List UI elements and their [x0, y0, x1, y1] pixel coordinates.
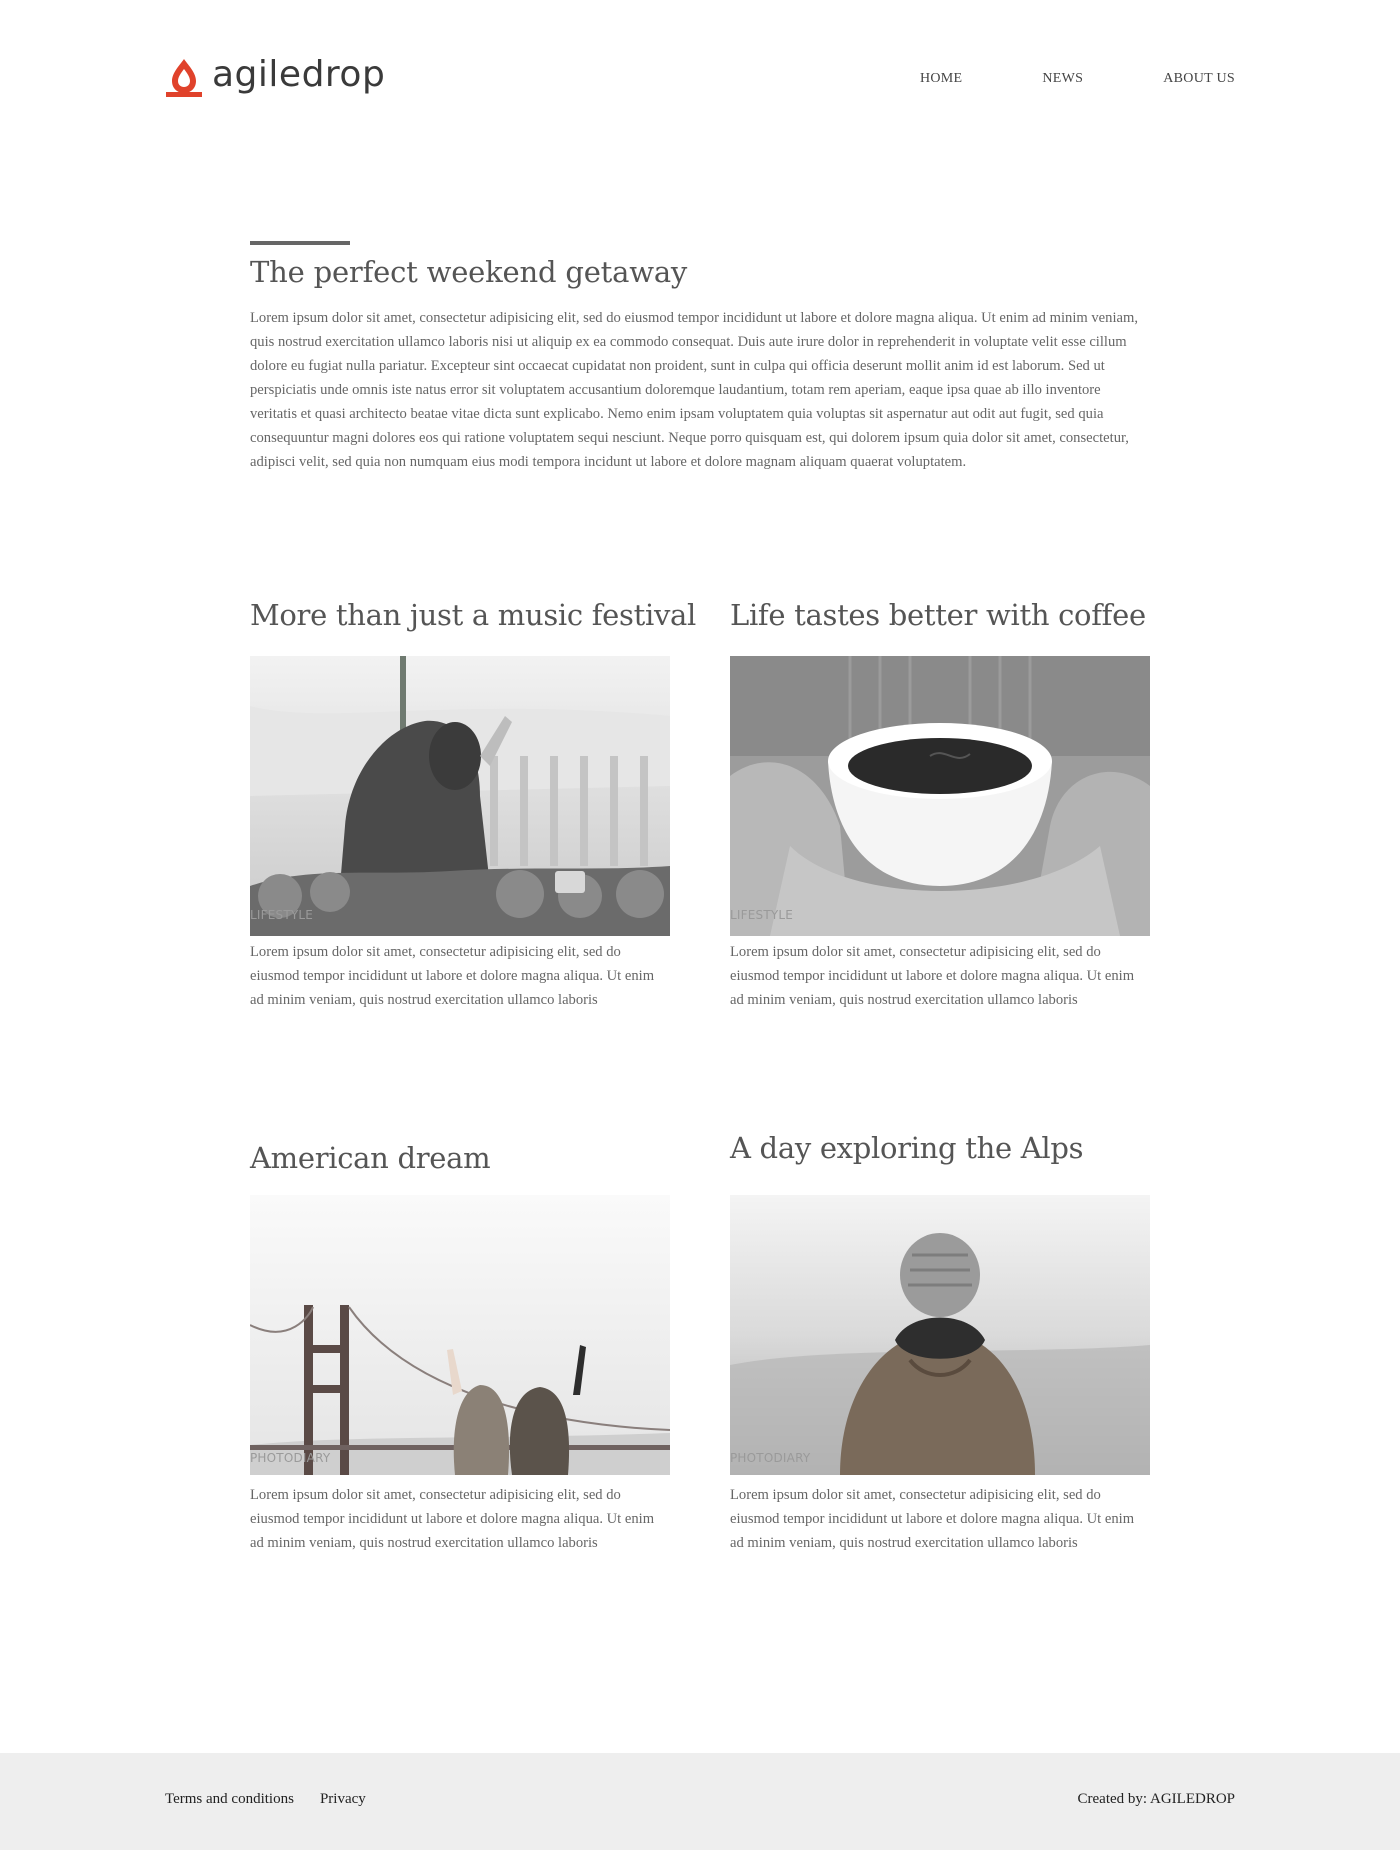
article-excerpt: Lorem ipsum dolor sit amet, consectetur …	[250, 944, 655, 1008]
main-nav: HOME NEWS ABOUT US	[920, 71, 1235, 87]
article-category[interactable]: PHOTODIARY	[250, 1451, 330, 1465]
article-image-bridge[interactable]	[250, 1195, 670, 1475]
article-title[interactable]: Life tastes better with coffee	[730, 598, 1150, 632]
intro-section: The perfect weekend getaway Lorem ipsum …	[250, 241, 1150, 474]
festival-photo	[250, 656, 670, 936]
article-excerpt: Lorem ipsum dolor sit amet, consectetur …	[730, 944, 1135, 1008]
drop-icon	[166, 59, 202, 97]
site-footer: Terms and conditions Privacy Created by:…	[0, 1753, 1400, 1850]
article-image-coffee[interactable]	[730, 656, 1150, 936]
article-category[interactable]: PHOTODIARY	[730, 1451, 810, 1465]
site-header: agiledrop HOME NEWS ABOUT US	[0, 0, 1400, 160]
article-title[interactable]: A day exploring the Alps	[730, 1131, 1150, 1165]
nav-about-us[interactable]: ABOUT US	[1163, 71, 1235, 87]
page-title: The perfect weekend getaway	[250, 255, 688, 289]
article-title[interactable]: More than just a music festival	[250, 598, 696, 632]
bridge-photo	[250, 1195, 670, 1475]
privacy-link[interactable]: Privacy	[320, 1791, 366, 1808]
article-card-alps: A day exploring the Alps PHOTODIARY Lore…	[730, 1131, 1150, 1551]
brand-name: agiledrop	[212, 54, 386, 95]
footer-links: Terms and conditions Privacy	[165, 1791, 392, 1808]
logo-link[interactable]: agiledrop	[165, 56, 385, 98]
article-excerpt: Lorem ipsum dolor sit amet, consectetur …	[250, 1487, 655, 1551]
terms-link[interactable]: Terms and conditions	[165, 1791, 294, 1808]
title-rule	[250, 241, 350, 245]
nav-news[interactable]: NEWS	[1042, 71, 1083, 87]
article-card-american-dream: American dream PHOTODIARY Lorem ipsum do…	[250, 1141, 670, 1551]
intro-text: Lorem ipsum dolor sit amet, consectetur …	[250, 310, 1138, 470]
article-category[interactable]: LIFESTYLE	[730, 908, 793, 922]
article-card-coffee: Life tastes better with coffee LIFESTYLE…	[730, 598, 1150, 1008]
coffee-photo	[730, 656, 1150, 936]
article-excerpt: Lorem ipsum dolor sit amet, consectetur …	[730, 1487, 1135, 1551]
article-title[interactable]: American dream	[250, 1141, 670, 1175]
article-image-festival[interactable]	[250, 656, 670, 936]
nav-home[interactable]: HOME	[920, 71, 962, 87]
footer-credit: Created by: AGILEDROP	[1077, 1791, 1235, 1807]
article-image-alps[interactable]	[730, 1195, 1150, 1475]
alps-photo	[730, 1195, 1150, 1475]
article-category[interactable]: LIFESTYLE	[250, 908, 313, 922]
article-card-music-festival: More than just a music festival LIFESTYL…	[250, 598, 696, 1008]
